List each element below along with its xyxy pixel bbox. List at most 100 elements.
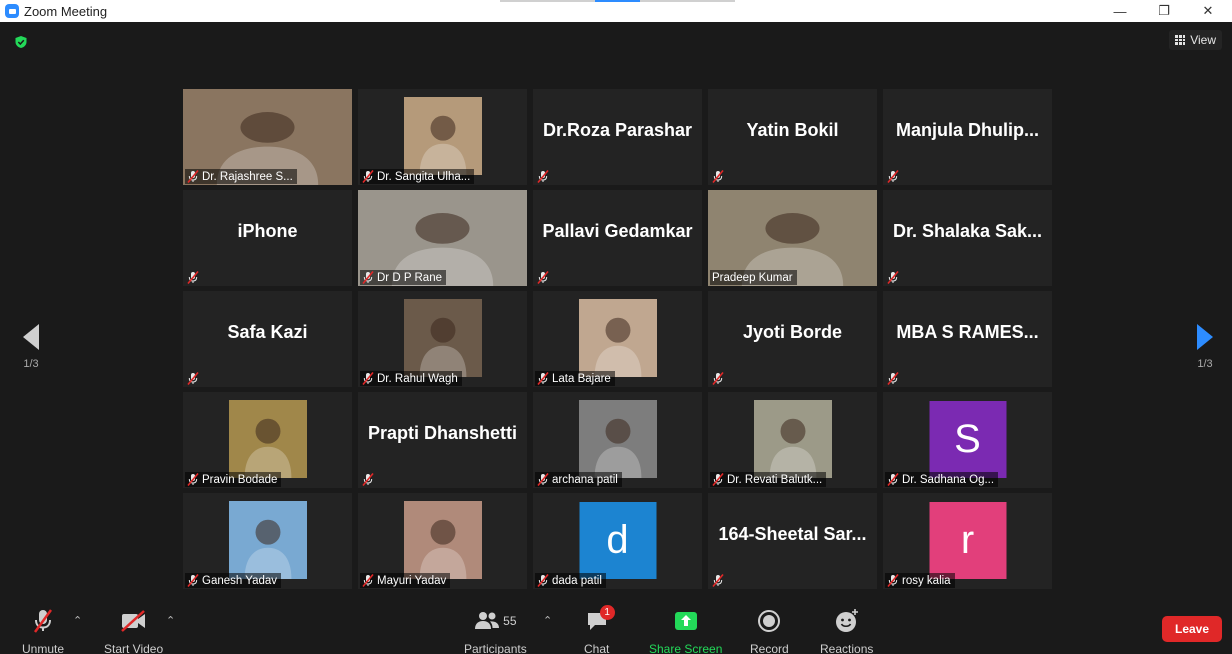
mic-muted-icon: [887, 271, 899, 284]
participant-tile[interactable]: Dr D P Rane: [358, 190, 527, 286]
mic-muted-icon: [187, 473, 199, 486]
participant-tile[interactable]: r rosy kalia: [883, 493, 1052, 589]
participant-avatar: r: [929, 502, 1006, 579]
chat-button[interactable]: 1 Chat: [584, 605, 615, 654]
participant-tile[interactable]: Dr. Shalaka Sak...: [883, 190, 1052, 286]
participant-tile[interactable]: Yatin Bokil: [708, 89, 877, 185]
participant-display-name: Safa Kazi: [227, 321, 308, 342]
participant-gallery: Dr. Rajashree S... Dr. Sangita Ulha... Dr.…: [183, 89, 1052, 589]
start-video-button[interactable]: Start Video: [104, 608, 163, 654]
participant-tile[interactable]: Pravin Bodade: [183, 392, 352, 488]
participant-tile[interactable]: Manjula Dhulip...: [883, 89, 1052, 185]
participant-name: Dr. Rajashree S...: [202, 170, 293, 183]
participant-mute-indicator: [885, 371, 903, 386]
participant-video: [403, 501, 482, 579]
participants-label: Participants: [464, 642, 527, 654]
restore-icon[interactable]: ❐: [1144, 0, 1184, 22]
encryption-shield-icon[interactable]: [14, 35, 28, 49]
mic-muted-icon: [362, 170, 374, 183]
record-label: Record: [750, 642, 789, 654]
participant-tile[interactable]: d dada patil: [533, 493, 702, 589]
participant-name-label: Dr D P Rane: [360, 270, 446, 285]
participant-tile[interactable]: Ganesh Yadav: [183, 493, 352, 589]
participant-name-label: Dr. Revati Balutk...: [710, 472, 827, 487]
participant-name-label: Dr. Sadhana Og...: [885, 472, 999, 487]
participant-tile[interactable]: Dr. Revati Balutk...: [708, 392, 877, 488]
video-off-icon: [119, 608, 149, 634]
participant-mute-indicator: [710, 169, 728, 184]
participant-name: Dr. Sangita Ulha...: [377, 170, 471, 183]
participant-tile[interactable]: Prapti Dhanshetti: [358, 392, 527, 488]
leave-meeting-button[interactable]: Leave: [1162, 616, 1222, 642]
participant-tile[interactable]: Dr. Rajashree S...: [183, 89, 352, 185]
participant-display-name: Prapti Dhanshetti: [367, 422, 518, 443]
share-screen-button[interactable]: Share Screen: [649, 608, 722, 654]
participants-options-caret-icon[interactable]: ⌃: [543, 614, 552, 627]
mic-muted-icon: [187, 574, 199, 587]
zoom-meeting-window: Zoom Meeting — ❐ ✕ View 1/3 1/3 Dr. Raja…: [0, 0, 1232, 654]
participant-tile[interactable]: archana patil: [533, 392, 702, 488]
participant-video: [578, 400, 657, 478]
participant-display-name: 164-Sheetal Sar...: [718, 523, 867, 544]
person-silhouette-icon: [594, 418, 641, 478]
participant-display-name: Pallavi Gedamkar: [542, 220, 693, 241]
participant-name: Mayuri Yadav: [377, 574, 447, 587]
participant-mute-indicator: [710, 573, 728, 588]
page-indicator-right: 1/3: [1197, 358, 1213, 370]
minimize-icon[interactable]: —: [1100, 0, 1140, 22]
participant-tile[interactable]: Dr. Rahul Wagh: [358, 291, 527, 387]
participant-video: [228, 501, 307, 579]
reactions-button[interactable]: Reactions: [820, 608, 873, 654]
participant-display-name: Manjula Dhulip...: [896, 119, 1039, 140]
participant-mute-indicator: [360, 472, 378, 487]
participant-mute-indicator: [535, 169, 553, 184]
participant-tile[interactable]: Pradeep Kumar: [708, 190, 877, 286]
record-icon: [757, 608, 781, 634]
mic-muted-icon: [31, 608, 55, 634]
title-bar-hint: [640, 0, 735, 2]
participant-tile[interactable]: Safa Kazi: [183, 291, 352, 387]
unmute-button[interactable]: Unmute: [22, 608, 64, 654]
title-bar-hint-active: [595, 0, 640, 2]
participants-icon-wrap: 55: [474, 608, 517, 634]
participant-display-name: Yatin Bokil: [746, 119, 839, 140]
mic-muted-icon: [362, 372, 374, 385]
participant-video: [753, 400, 832, 478]
mic-muted-icon: [187, 372, 199, 385]
participant-tile[interactable]: Mayuri Yadav: [358, 493, 527, 589]
participants-button[interactable]: 55 Participants: [464, 608, 527, 654]
view-button[interactable]: View: [1169, 30, 1222, 50]
participant-tile[interactable]: S Dr. Sadhana Og...: [883, 392, 1052, 488]
mic-muted-icon: [887, 473, 899, 486]
participant-tile[interactable]: 164-Sheetal Sar...: [708, 493, 877, 589]
title-bar: Zoom Meeting — ❐ ✕: [0, 0, 1232, 22]
close-icon[interactable]: ✕: [1188, 0, 1228, 22]
participant-name-label: Pravin Bodade: [185, 472, 282, 487]
participant-name-label: dada patil: [535, 573, 606, 588]
participant-tile[interactable]: MBA S RAMES...: [883, 291, 1052, 387]
participant-tile[interactable]: Lata Bajare: [533, 291, 702, 387]
participant-name: Lata Bajare: [552, 372, 611, 385]
mic-muted-icon: [712, 473, 724, 486]
mic-muted-icon: [362, 574, 374, 587]
participant-tile[interactable]: Dr. Sangita Ulha...: [358, 89, 527, 185]
participant-mute-indicator: [185, 371, 203, 386]
participant-tile[interactable]: Jyoti Borde: [708, 291, 877, 387]
participant-video: [403, 97, 482, 175]
person-silhouette-icon: [419, 519, 466, 579]
participant-tile[interactable]: iPhone: [183, 190, 352, 286]
mic-muted-icon: [712, 170, 724, 183]
participant-display-name: Dr.Roza Parashar: [542, 119, 693, 140]
participant-tile[interactable]: Dr.Roza Parashar: [533, 89, 702, 185]
audio-options-caret-icon[interactable]: ⌃: [73, 614, 82, 627]
participant-video: [403, 299, 482, 377]
arrow-left-icon: [23, 324, 39, 350]
participant-name: Dr D P Rane: [377, 271, 442, 284]
participant-name-label: Pradeep Kumar: [710, 270, 797, 285]
video-options-caret-icon[interactable]: ⌃: [166, 614, 175, 627]
previous-page-button[interactable]: 1/3: [16, 324, 46, 370]
next-page-button[interactable]: 1/3: [1190, 324, 1220, 370]
participant-tile[interactable]: Pallavi Gedamkar: [533, 190, 702, 286]
record-button[interactable]: Record: [750, 608, 789, 654]
participant-name-label: archana patil: [535, 472, 622, 487]
